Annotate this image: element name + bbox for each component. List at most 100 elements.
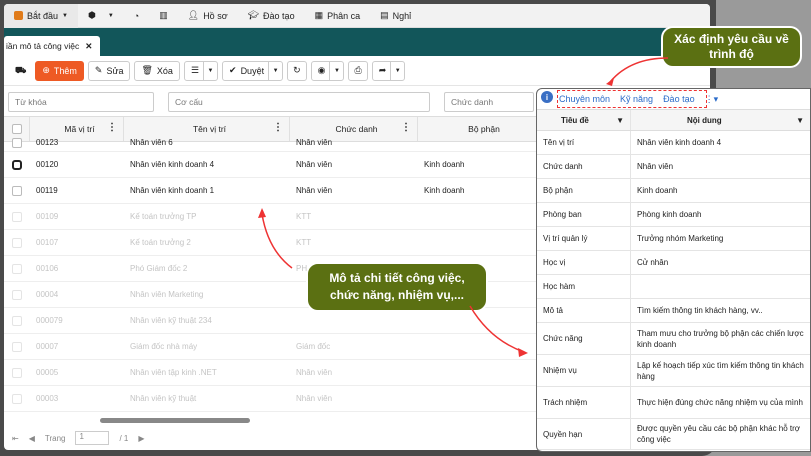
menu-shift[interactable]: ▦ Phân ca <box>305 4 371 28</box>
row-checkbox[interactable] <box>12 185 22 196</box>
row-checkbox[interactable] <box>12 367 22 378</box>
add-button[interactable]: ⊕ Thêm <box>35 60 84 81</box>
horizontal-scrollbar[interactable] <box>100 418 250 423</box>
menu-modules[interactable]: ⬢ ▼ <box>78 4 124 28</box>
column-menu-icon[interactable]: ⋮ <box>273 123 283 133</box>
table-cell: 000079 <box>36 316 63 325</box>
detail-key: Nhiệm vụ <box>537 355 631 386</box>
list-icon: ☰ <box>190 65 200 75</box>
refresh-icon: ↻ <box>293 65 301 75</box>
column-menu-icon[interactable]: ⋮ <box>401 123 411 133</box>
share-button[interactable]: ➦ ▼ <box>371 60 406 81</box>
approve-button[interactable]: ✔ Duyệt ▼ <box>222 60 284 81</box>
detail-value: Trưởng nhóm Marketing <box>637 234 724 243</box>
table-row[interactable]: 00120 Nhân viên kinh doanh 4 Nhân viên Kinh… <box>4 152 544 178</box>
detail-row[interactable]: Quyền hạn Được quyền yêu cầu các bộ phận … <box>537 419 810 450</box>
filter-icon[interactable]: ▼ <box>616 116 624 125</box>
chevron-down-icon[interactable]: ▼ <box>329 61 343 80</box>
detail-value: Tham mưu cho trưởng bộ phận các chiến lư… <box>637 328 804 349</box>
table-row[interactable]: 00005 Nhân viên tập kinh .NET Nhân viên <box>4 360 544 386</box>
first-page-icon[interactable]: ⇤ <box>12 434 19 443</box>
detail-row[interactable]: Bộ phận Kinh doanh <box>537 179 810 203</box>
table-cell: Nhân viên kỹ thuật 234 <box>130 316 212 325</box>
print-button[interactable]: ⎙ <box>348 60 368 81</box>
table-cell: Kinh doanh <box>424 160 465 169</box>
row-checkbox[interactable] <box>12 159 22 170</box>
close-icon[interactable]: ✕ <box>85 41 92 52</box>
menu-training[interactable]: 🎓︎ Đào tạo <box>238 4 305 28</box>
detail-row[interactable]: Chức danh Nhân viên <box>537 155 810 179</box>
detail-row[interactable]: Trách nhiệm Thực hiện đúng chức năng nhiệ… <box>537 387 810 419</box>
table-cell: 00007 <box>36 342 59 351</box>
select-all-checkbox[interactable] <box>11 124 22 134</box>
table-row[interactable]: 00107 Kế toán trưởng 2 KTT <box>4 230 544 256</box>
chevron-down-icon[interactable]: ▼ <box>203 61 217 80</box>
menu-reports[interactable]: ▥ <box>149 4 178 28</box>
tab-job-description[interactable]: iần mô tả công việc ✕ <box>4 36 100 56</box>
chevron-down-icon[interactable]: ▼ <box>268 61 282 80</box>
row-checkbox[interactable] <box>12 263 22 274</box>
row-checkbox[interactable] <box>12 315 22 326</box>
table-cell: 00123 <box>36 138 59 147</box>
home-icon <box>14 11 23 20</box>
detail-key: Học vị <box>537 251 631 274</box>
detail-row[interactable]: Học vị Cử nhân <box>537 251 810 275</box>
table-cell <box>418 360 544 385</box>
column-menu-icon[interactable]: ⋮ <box>107 123 117 133</box>
keyword-input[interactable]: Từ khóa <box>8 92 154 112</box>
chevron-down-icon[interactable]: ▼ <box>390 61 404 80</box>
next-page-icon[interactable]: ▶ <box>138 434 144 443</box>
table-row[interactable]: 00123 Nhân viên 6 Nhân viên <box>4 134 544 152</box>
table-cell <box>418 386 544 411</box>
row-checkbox[interactable] <box>12 137 22 148</box>
menu-leave[interactable]: ▤ Nghỉ <box>370 4 421 28</box>
detail-row[interactable]: Chức năng Tham mưu cho trưởng bộ phận các… <box>537 323 810 355</box>
table-row[interactable]: 00119 Nhân viên kinh doanh 1 Nhân viên Kinh… <box>4 178 544 204</box>
page-input[interactable]: 1 <box>75 431 110 445</box>
row-select-cell <box>4 360 30 385</box>
row-select-cell <box>4 334 30 359</box>
table-cell: Giám đốc nhà máy <box>130 342 198 351</box>
detail-row[interactable]: Phòng ban Phòng kinh doanh <box>537 203 810 227</box>
row-checkbox[interactable] <box>12 211 22 222</box>
menu-profile[interactable]: 👤︎ Hồ sơ <box>178 4 238 28</box>
header-value[interactable]: Nội dung ▼ <box>631 110 810 130</box>
binoculars-button[interactable]: ⛟ <box>10 60 32 81</box>
row-select-cell <box>4 308 30 333</box>
row-checkbox[interactable] <box>12 393 22 404</box>
table-cell: Giám đốc <box>296 342 331 351</box>
row-checkbox[interactable] <box>12 289 22 300</box>
detail-row[interactable]: Vị trí quản lý Trưởng nhóm Marketing <box>537 227 810 251</box>
menu-start[interactable]: Bắt đầu ▼ <box>4 4 78 28</box>
list-menu-button[interactable]: ☰ ▼ <box>183 60 219 81</box>
refresh-button[interactable]: ↻ <box>287 60 307 81</box>
info-icon[interactable]: i <box>541 91 553 103</box>
table-cell: Nhân viên <box>296 160 333 169</box>
delete-button[interactable]: 🗑︎ Xóa <box>134 60 180 81</box>
prev-page-icon[interactable]: ◀ <box>29 434 35 443</box>
edit-button[interactable]: ✎ Sửa <box>87 60 131 81</box>
table-row[interactable]: 00109 Kế toán trưởng TP KTT <box>4 204 544 230</box>
detail-row[interactable]: Mô tả Tìm kiếm thông tin khách hàng, vv.. <box>537 299 810 323</box>
detail-row[interactable]: Nhiệm vụ Lập kế hoạch tiếp xúc tìm kiếm t… <box>537 355 810 387</box>
table-cell: 00120 <box>36 160 59 169</box>
filter-icon[interactable]: ▼ <box>796 115 804 126</box>
table-row[interactable]: 00007 Giám đốc nhà máy Giám đốc <box>4 334 544 360</box>
detail-key: Phòng ban <box>537 203 631 226</box>
tab-bar: iần mô tả công việc ✕ <box>4 28 710 56</box>
row-checkbox[interactable] <box>12 237 22 248</box>
detail-row[interactable]: Tên vị trí Nhân viên kinh doanh 4 <box>537 131 810 155</box>
header-key[interactable]: Tiêu đề ▼ <box>537 110 631 130</box>
menu-dashboard[interactable]: ◔ <box>124 4 149 28</box>
row-select-cell <box>4 230 30 255</box>
table-cell: Nhân viên <box>296 186 333 195</box>
row-checkbox[interactable] <box>12 341 22 352</box>
structure-select[interactable]: Cơ cấu <box>168 92 430 112</box>
title-select[interactable]: Chức danh <box>444 92 534 112</box>
table-cell: Nhân viên 6 <box>130 138 173 147</box>
detail-row[interactable]: Học hàm <box>537 275 810 299</box>
table-row[interactable]: 00003 Nhân viên kỹ thuật Nhân viên <box>4 386 544 412</box>
view-button[interactable]: ◉ ▼ <box>310 60 345 81</box>
plus-icon: ⊕ <box>42 65 50 75</box>
trash-icon: 🗑︎ <box>141 65 153 75</box>
